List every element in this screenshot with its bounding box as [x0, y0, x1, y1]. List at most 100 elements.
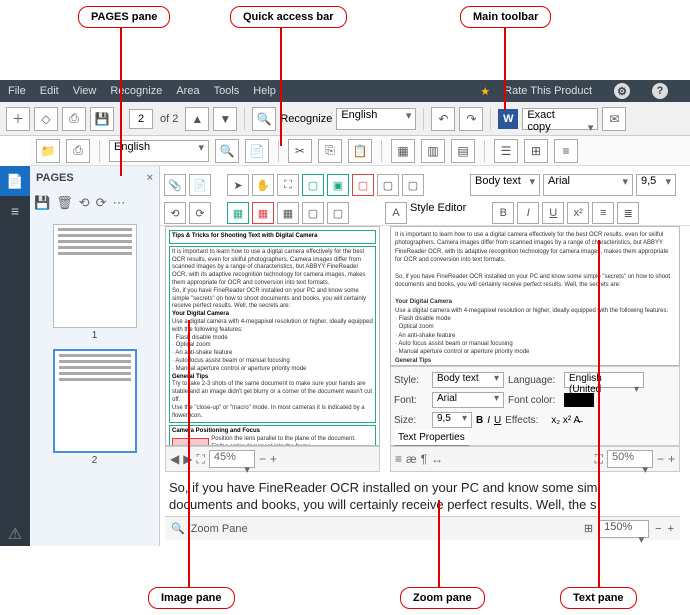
- tl4-icon[interactable]: ↔: [431, 452, 443, 466]
- l2-icon[interactable]: ⊞: [524, 139, 548, 163]
- t5b-icon[interactable]: ▢: [327, 202, 349, 224]
- hand-icon[interactable]: ✋: [252, 174, 274, 196]
- area2-icon[interactable]: ▣: [327, 174, 349, 196]
- pref2-icon[interactable]: ⟳: [96, 195, 107, 211]
- pclip-icon[interactable]: 📎: [164, 174, 186, 196]
- rate-link[interactable]: Rate This Product: [504, 85, 592, 97]
- t3-icon[interactable]: ▤: [451, 139, 475, 163]
- iprev-icon[interactable]: ◀: [170, 452, 179, 466]
- zgrid-icon[interactable]: ⊞: [584, 522, 593, 535]
- txt-zoom[interactable]: 50%: [607, 450, 653, 468]
- area4-icon[interactable]: ▢: [377, 174, 399, 196]
- undo-icon[interactable]: ↶: [431, 107, 455, 131]
- font-dropdown[interactable]: Arial: [543, 174, 633, 196]
- iplus-icon[interactable]: +: [270, 452, 277, 466]
- scan-icon[interactable]: ⎙: [62, 107, 86, 131]
- psave-icon[interactable]: 💾: [34, 195, 50, 211]
- menu-file[interactable]: File: [8, 85, 26, 97]
- copy-icon[interactable]: ⎘: [318, 139, 342, 163]
- pmore-icon[interactable]: ⋯: [113, 195, 126, 211]
- t4b-icon[interactable]: ▢: [302, 202, 324, 224]
- italic-button[interactable]: I: [517, 202, 539, 224]
- prev-icon[interactable]: ▲: [185, 107, 209, 131]
- t3b-icon[interactable]: ▦: [277, 202, 299, 224]
- zoom-dd[interactable]: 150%: [599, 520, 649, 538]
- word-icon[interactable]: W: [498, 109, 518, 129]
- tplus-icon[interactable]: +: [668, 452, 675, 466]
- l3-icon[interactable]: ≡: [554, 139, 578, 163]
- zlens-icon[interactable]: 🔍: [171, 522, 185, 535]
- l1-icon[interactable]: ☰: [494, 139, 518, 163]
- paste-icon[interactable]: 📋: [348, 139, 372, 163]
- tl2-icon[interactable]: æ: [406, 452, 417, 466]
- text-pane[interactable]: It is important to learn how to use a di…: [390, 226, 680, 366]
- se-icon[interactable]: A: [385, 202, 407, 224]
- new-icon[interactable]: ＋: [6, 107, 30, 131]
- t1-icon[interactable]: ▦: [391, 139, 415, 163]
- zplus-icon[interactable]: +: [668, 523, 674, 535]
- tl1-icon[interactable]: ≡: [395, 452, 402, 466]
- redo-icon[interactable]: ↷: [459, 107, 483, 131]
- zoom-text[interactable]: So, if you have FineReader OCR installed…: [165, 478, 680, 516]
- underline-button[interactable]: U: [542, 202, 564, 224]
- next-icon[interactable]: ▼: [213, 107, 237, 131]
- doc-icon[interactable]: 📄: [245, 139, 269, 163]
- pdoc-icon[interactable]: 📄: [189, 174, 211, 196]
- sel-icon[interactable]: ⛶: [277, 174, 299, 196]
- send-icon[interactable]: ✉: [602, 107, 626, 131]
- open-icon[interactable]: ◇: [34, 107, 58, 131]
- warn-icon[interactable]: ⚠: [0, 522, 30, 546]
- area1-icon[interactable]: ▢: [302, 174, 324, 196]
- recognize-button[interactable]: Recognize: [280, 113, 332, 125]
- zminus-icon[interactable]: −: [655, 523, 661, 535]
- image-pane[interactable]: Tips & Tricks for Shooting Text with Dig…: [165, 226, 380, 446]
- scan2-icon[interactable]: ⎙: [66, 139, 90, 163]
- lang-dropdown[interactable]: English: [336, 108, 416, 130]
- thumb-2[interactable]: [53, 349, 137, 453]
- p-i[interactable]: I: [487, 415, 490, 426]
- thumb-1[interactable]: [53, 224, 137, 328]
- list-tab-icon[interactable]: ≡: [0, 196, 30, 226]
- t1b-icon[interactable]: ▦: [227, 202, 249, 224]
- page-input[interactable]: [129, 109, 153, 129]
- style-dropdown[interactable]: Body text: [470, 174, 540, 196]
- area3-icon[interactable]: ▢: [352, 174, 374, 196]
- tminus-icon[interactable]: −: [657, 452, 664, 466]
- lang2-dropdown[interactable]: English: [109, 140, 209, 162]
- props-tab[interactable]: Text Properties: [394, 430, 469, 446]
- r1-icon[interactable]: ⟲: [164, 202, 186, 224]
- menu-recognize[interactable]: Recognize: [110, 85, 162, 97]
- super-button[interactable]: x²: [567, 202, 589, 224]
- menu-view[interactable]: View: [73, 85, 97, 97]
- bold-button[interactable]: B: [492, 202, 514, 224]
- p-color[interactable]: [564, 393, 594, 407]
- p-x2[interactable]: x₂ x² A̶: [551, 415, 580, 426]
- cut-icon[interactable]: ✂: [288, 139, 312, 163]
- p-lang[interactable]: English (United: [564, 372, 644, 388]
- save-icon[interactable]: 💾: [90, 107, 114, 131]
- gear-icon[interactable]: ⚙: [614, 83, 630, 99]
- p-u[interactable]: U: [494, 415, 501, 426]
- size-dropdown[interactable]: 9,5: [636, 174, 676, 196]
- menu-help[interactable]: Help: [253, 85, 276, 97]
- img-zoom[interactable]: 45%: [209, 450, 255, 468]
- tl3-icon[interactable]: ¶: [421, 452, 427, 466]
- p-b[interactable]: B: [476, 415, 483, 426]
- t2b-icon[interactable]: ▦: [252, 202, 274, 224]
- t2-icon[interactable]: ▥: [421, 139, 445, 163]
- p-font[interactable]: Arial: [432, 392, 504, 408]
- copy-dropdown[interactable]: Exact copy: [522, 108, 598, 130]
- align1-icon[interactable]: ≡: [592, 202, 614, 224]
- pref1-icon[interactable]: ⟲: [79, 195, 90, 211]
- close-icon[interactable]: ×: [147, 172, 153, 184]
- q-icon[interactable]: 🔍: [215, 139, 239, 163]
- help-icon[interactable]: ?: [652, 83, 668, 99]
- arrow-icon[interactable]: ➤: [227, 174, 249, 196]
- align2-icon[interactable]: ≣: [617, 202, 639, 224]
- pages-tab-icon[interactable]: 📄: [0, 166, 30, 196]
- area5-icon[interactable]: ▢: [402, 174, 424, 196]
- lens-icon[interactable]: 🔍: [252, 107, 276, 131]
- menu-edit[interactable]: Edit: [40, 85, 59, 97]
- p-size[interactable]: 9,5: [432, 412, 472, 428]
- r2-icon[interactable]: ⟳: [189, 202, 211, 224]
